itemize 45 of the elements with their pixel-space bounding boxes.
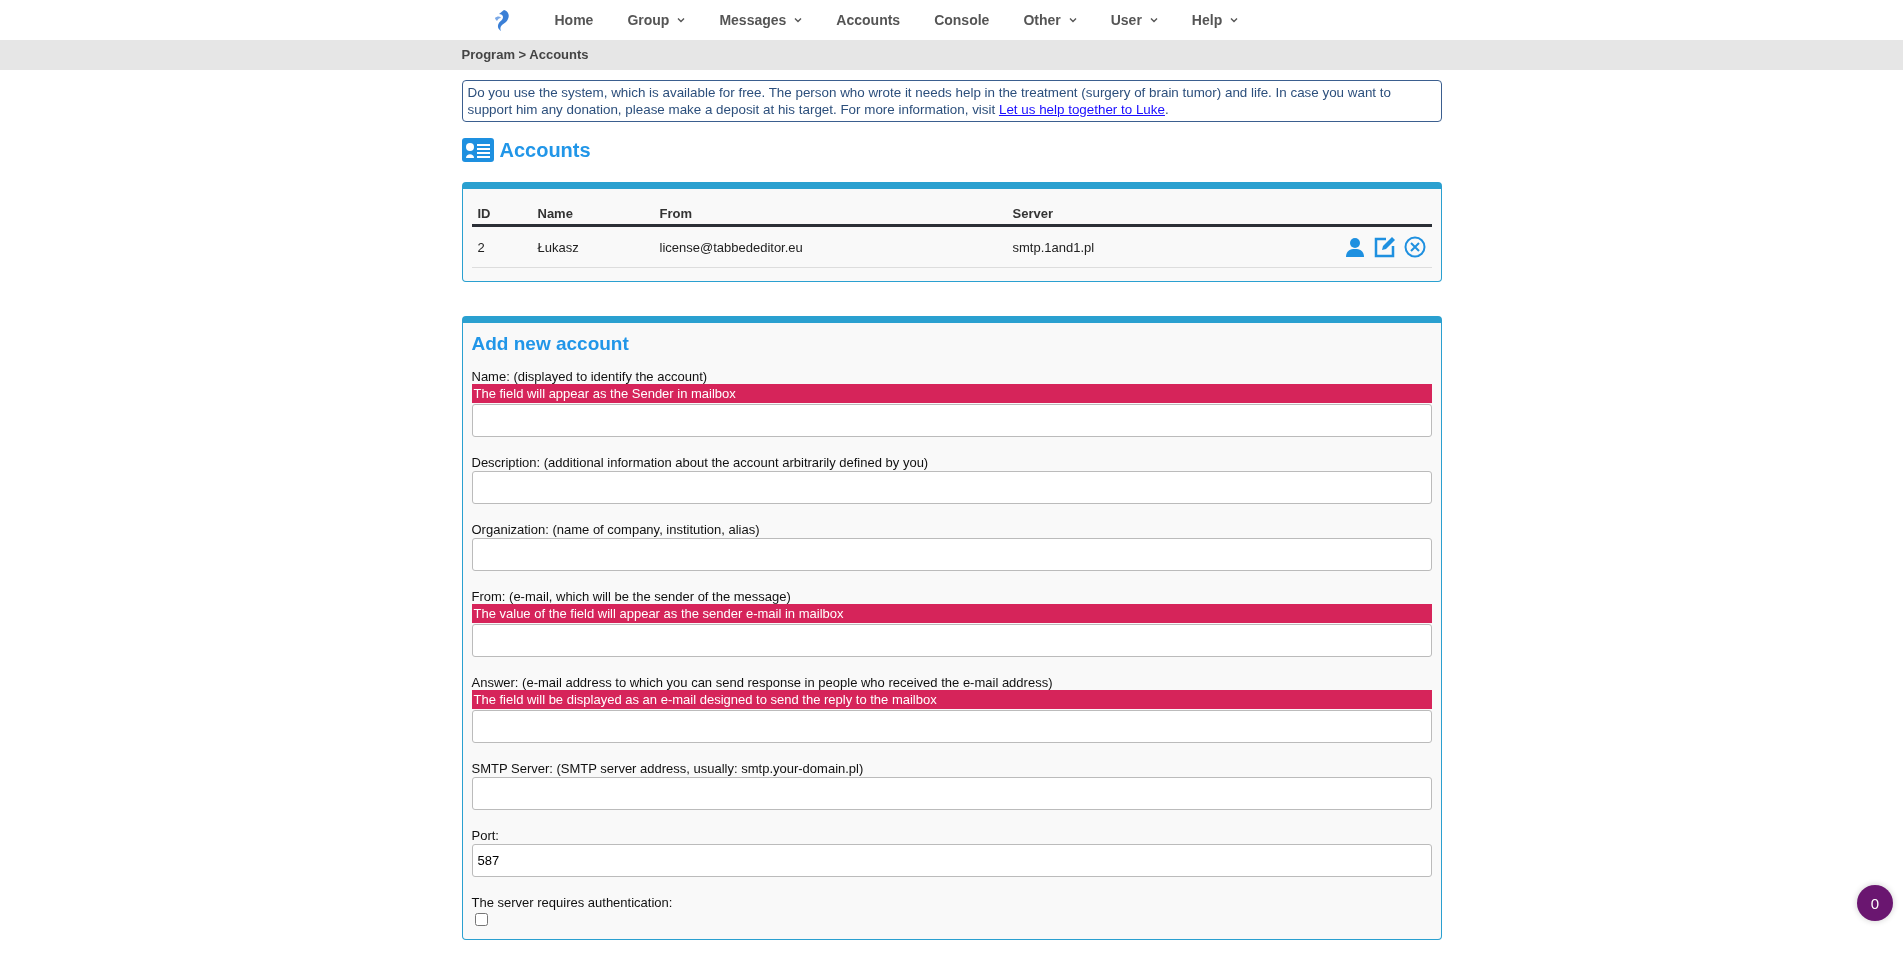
input-field[interactable] (471, 624, 1432, 657)
user-icon[interactable] (1343, 236, 1366, 258)
donation-link[interactable]: Let us help together to Luke (998, 102, 1165, 117)
table-cell: license@tabbededitor.eu (653, 225, 1007, 268)
field-hint: The value of the field will appear as the sender e-mail in mailbox (471, 604, 1432, 623)
input-field[interactable] (471, 538, 1432, 571)
column-header: From (653, 201, 1007, 226)
field-label: Description: (additional information about the account arbitrarily defined by you) (471, 455, 930, 470)
nav-link[interactable]: Other (1006, 0, 1094, 40)
count-badge[interactable]: 0 (1857, 885, 1893, 921)
checkbox[interactable] (474, 913, 488, 926)
field-hint: The field will appear as the Sender in mailbox (471, 384, 1432, 403)
input-field[interactable] (471, 404, 1432, 437)
delete-icon[interactable] (1403, 236, 1426, 258)
table-cell: 2 (471, 225, 532, 268)
field-label: SMTP Server: (SMTP server address, usually: smtp.your-domain.pl) (471, 761, 865, 776)
input-field[interactable] (471, 710, 1432, 743)
column-header: Server (1006, 201, 1219, 226)
input-field[interactable]: 587 (471, 844, 1432, 877)
nav-link[interactable]: User (1093, 0, 1175, 40)
field-hint: The field will be displayed as an e-mail designed to send the reply to the mailbox (471, 690, 1432, 709)
id-card-icon (461, 138, 494, 162)
breadcrumb: Program > Accounts (461, 47, 589, 62)
input-field[interactable] (471, 777, 1432, 810)
field-label: Name: (displayed to identify the account) (471, 369, 709, 384)
column-header: Name (531, 201, 654, 226)
nav-link[interactable]: Group (610, 0, 703, 40)
nav-link[interactable]: Accounts (819, 0, 918, 40)
field-label: From: (e-mail, which will be the sender of the message) (471, 589, 792, 604)
page-title: Accounts (499, 138, 591, 162)
donation-notice: Do you use the system, which is available for free. The person who wrote it needs help in the treatment (surgery of brain tumor) and life. In case you want to support him any donation, please make a deposit at his target. For more information, visit Let us help together to Luke. (461, 80, 1442, 122)
column-header: ID (471, 201, 532, 226)
table-cell: Łukasz (531, 225, 654, 268)
nav-link[interactable]: Messages (702, 0, 820, 40)
nav-link[interactable]: Home (537, 0, 611, 40)
field-label: Port: (471, 828, 500, 843)
form-title: Add new account (471, 333, 630, 355)
field-label: Answer: (e-mail address to which you can send response in people who received the e-mail address) (471, 675, 1054, 690)
field-label: The server requires authentication: (471, 895, 674, 910)
field-label: Organization: (name of company, institution, alias) (471, 522, 761, 537)
nav-link[interactable]: Help (1174, 0, 1256, 40)
table-cell: smtp.1and1.pl (1006, 225, 1219, 268)
edit-icon[interactable] (1373, 236, 1396, 258)
nav-link[interactable]: Console (917, 0, 1007, 40)
input-field[interactable] (471, 471, 1432, 504)
